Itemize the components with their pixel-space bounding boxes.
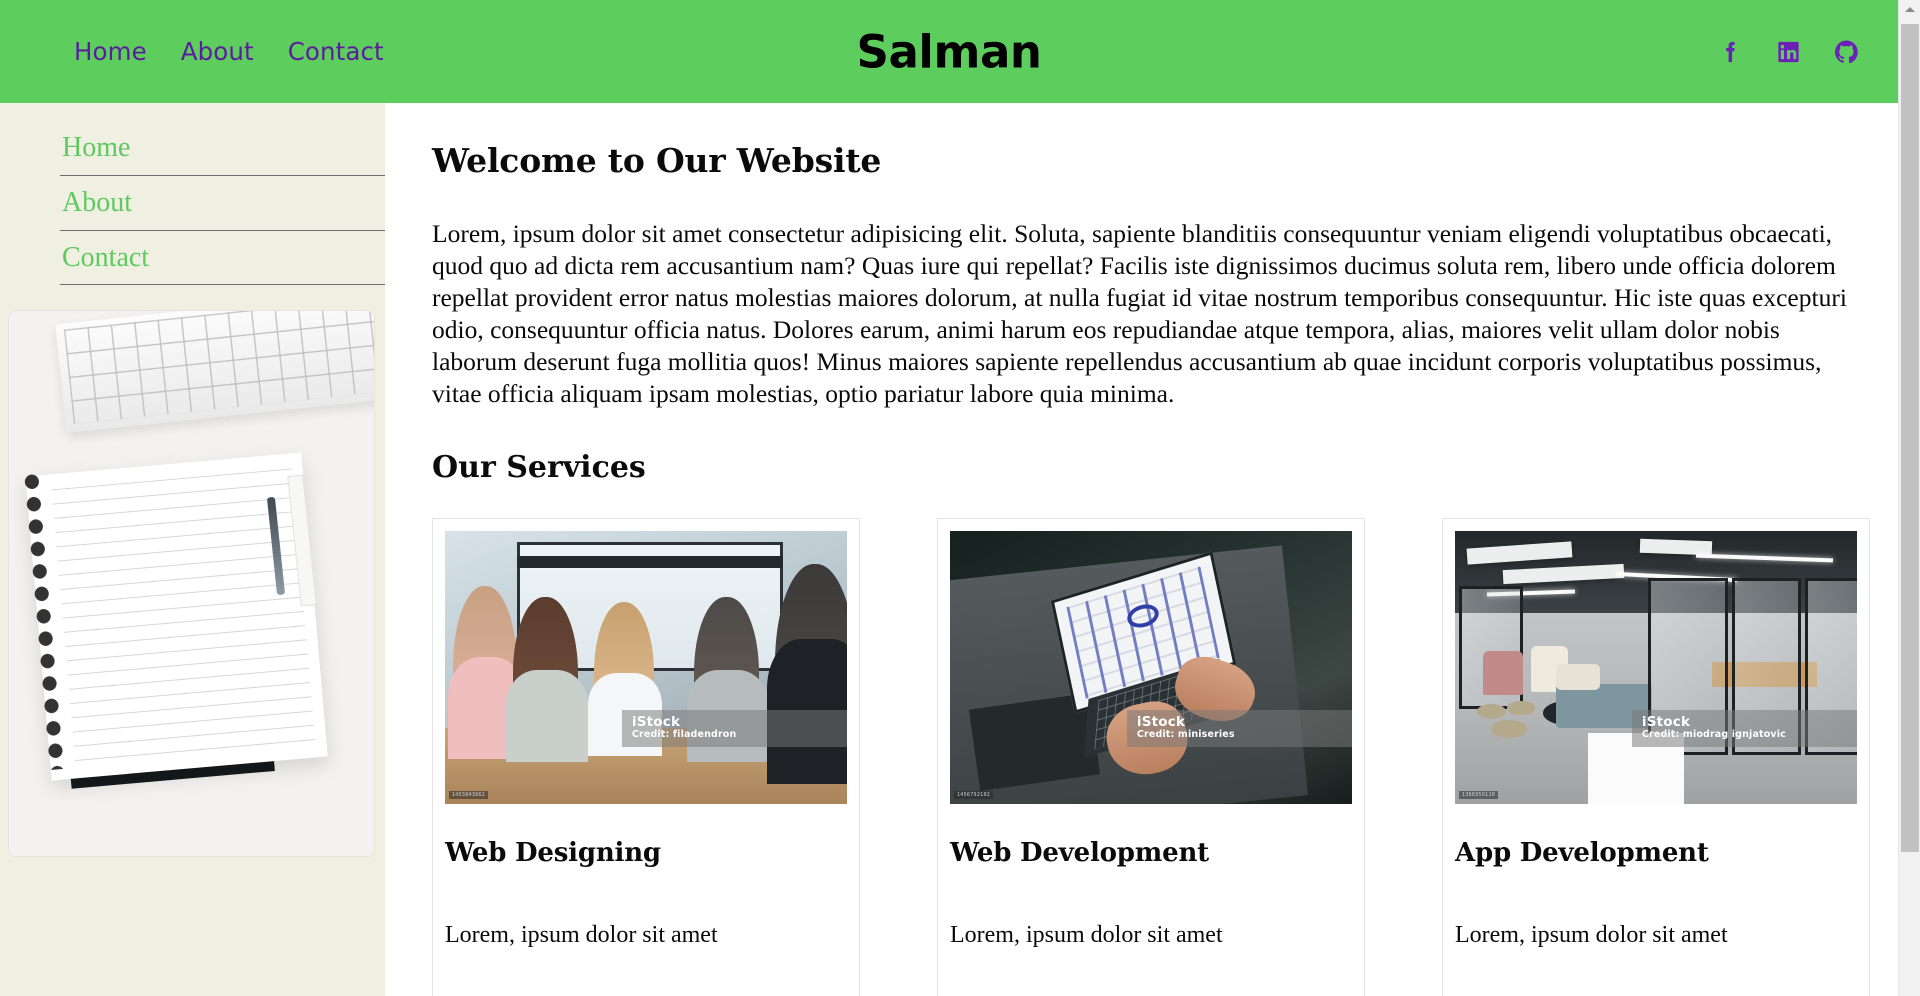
main-content: Welcome to Our Website Lorem, ipsum dolo… [385, 103, 1898, 996]
page-content: Home About Contact Salman Home About Con… [0, 0, 1898, 996]
service-card-title: App Development [1455, 838, 1709, 869]
sidebar-item-contact[interactable]: Contact [0, 231, 385, 286]
sidebar-nav: Home About Contact [0, 121, 385, 286]
service-card-image: iStock Credit: miodrag ignjatovic 136695… [1455, 531, 1857, 805]
istock-watermark: iStock Credit: miniseries [1126, 710, 1352, 748]
watermark-credit: Credit: filadendron [631, 729, 737, 741]
service-card[interactable]: iStock Credit: miniseries 1456792102 Web… [937, 518, 1365, 996]
header-nav: Home About Contact [74, 39, 384, 64]
linkedin-icon[interactable] [1775, 38, 1802, 65]
pouf-shapes [1475, 701, 1555, 745]
browser-viewport: Home About Contact Salman Home About Con… [0, 0, 1920, 996]
person-shape [505, 596, 589, 762]
sidebar-image [9, 311, 374, 857]
sidebar-item-home[interactable]: Home [0, 121, 385, 176]
watermark-brand: iStock [1136, 714, 1186, 731]
vertical-scrollbar[interactable] [1898, 0, 1920, 996]
header-nav-item-about[interactable]: About [181, 39, 254, 64]
desk-flatlay-photo [9, 311, 374, 857]
service-card-image: iStock Credit: miniseries 1456792102 [950, 531, 1352, 805]
service-card[interactable]: iStock Credit: filadendron 1453843862 We… [432, 518, 860, 996]
site-header: Home About Contact Salman [0, 0, 1898, 103]
social-links [1717, 38, 1860, 65]
header-nav-item-contact[interactable]: Contact [288, 39, 384, 64]
sidebar-item-home-link[interactable]: Home [0, 121, 385, 175]
laptop-dashboard-photo [950, 531, 1352, 805]
image-id-tag: 1456792102 [954, 791, 994, 800]
sidebar-item-about-link[interactable]: About [0, 176, 385, 230]
scroll-up-arrow-icon[interactable] [1899, 0, 1920, 18]
business-meeting-photo [445, 531, 847, 805]
intro-paragraph: Lorem, ipsum dolor sit amet consectetur … [432, 218, 1847, 409]
image-id-tag: 1453843862 [449, 791, 489, 800]
body-columns: Home About Contact Welcome to Our Websit… [0, 103, 1898, 996]
keyboard-shape [55, 311, 374, 433]
watermark-credit: Credit: miodrag ignjatovic [1641, 729, 1786, 741]
services-heading: Our Services [432, 450, 646, 486]
service-card-text: Lorem, ipsum dolor sit amet [950, 921, 1223, 948]
github-icon[interactable] [1833, 38, 1860, 65]
service-card-text: Lorem, ipsum dolor sit amet [445, 921, 718, 948]
header-nav-item-home[interactable]: Home [74, 39, 147, 64]
scrollbar-thumb[interactable] [1901, 24, 1919, 852]
sidebar-divider [60, 284, 385, 286]
image-id-tag: 1366950110 [1459, 791, 1499, 800]
istock-watermark: iStock Credit: filadendron [621, 710, 847, 748]
sidebar-item-contact-link[interactable]: Contact [0, 231, 385, 285]
service-card-title: Web Designing [445, 838, 661, 869]
sidebar-item-about[interactable]: About [0, 176, 385, 231]
sidebar: Home About Contact [0, 103, 385, 996]
office-interior-photo [1455, 531, 1857, 805]
notebook-shape [25, 452, 329, 781]
service-card-image: iStock Credit: filadendron 1453843862 [445, 531, 847, 805]
facebook-icon[interactable] [1717, 38, 1744, 65]
watermark-credit: Credit: miniseries [1136, 729, 1235, 741]
watermark-brand: iStock [631, 714, 681, 731]
service-card-text: Lorem, ipsum dolor sit amet [1455, 921, 1728, 948]
service-card-title: Web Development [950, 838, 1209, 869]
page-title: Welcome to Our Website [432, 141, 882, 180]
istock-watermark: iStock Credit: miodrag ignjatovic [1631, 710, 1857, 748]
armchair-shape [1483, 651, 1524, 696]
service-card[interactable]: iStock Credit: miodrag ignjatovic 136695… [1442, 518, 1870, 996]
services-card-grid: iStock Credit: filadendron 1453843862 We… [432, 518, 1870, 996]
watermark-brand: iStock [1641, 714, 1691, 731]
ceiling-panel-shape [1639, 538, 1713, 555]
window-frame-shape [517, 555, 783, 569]
